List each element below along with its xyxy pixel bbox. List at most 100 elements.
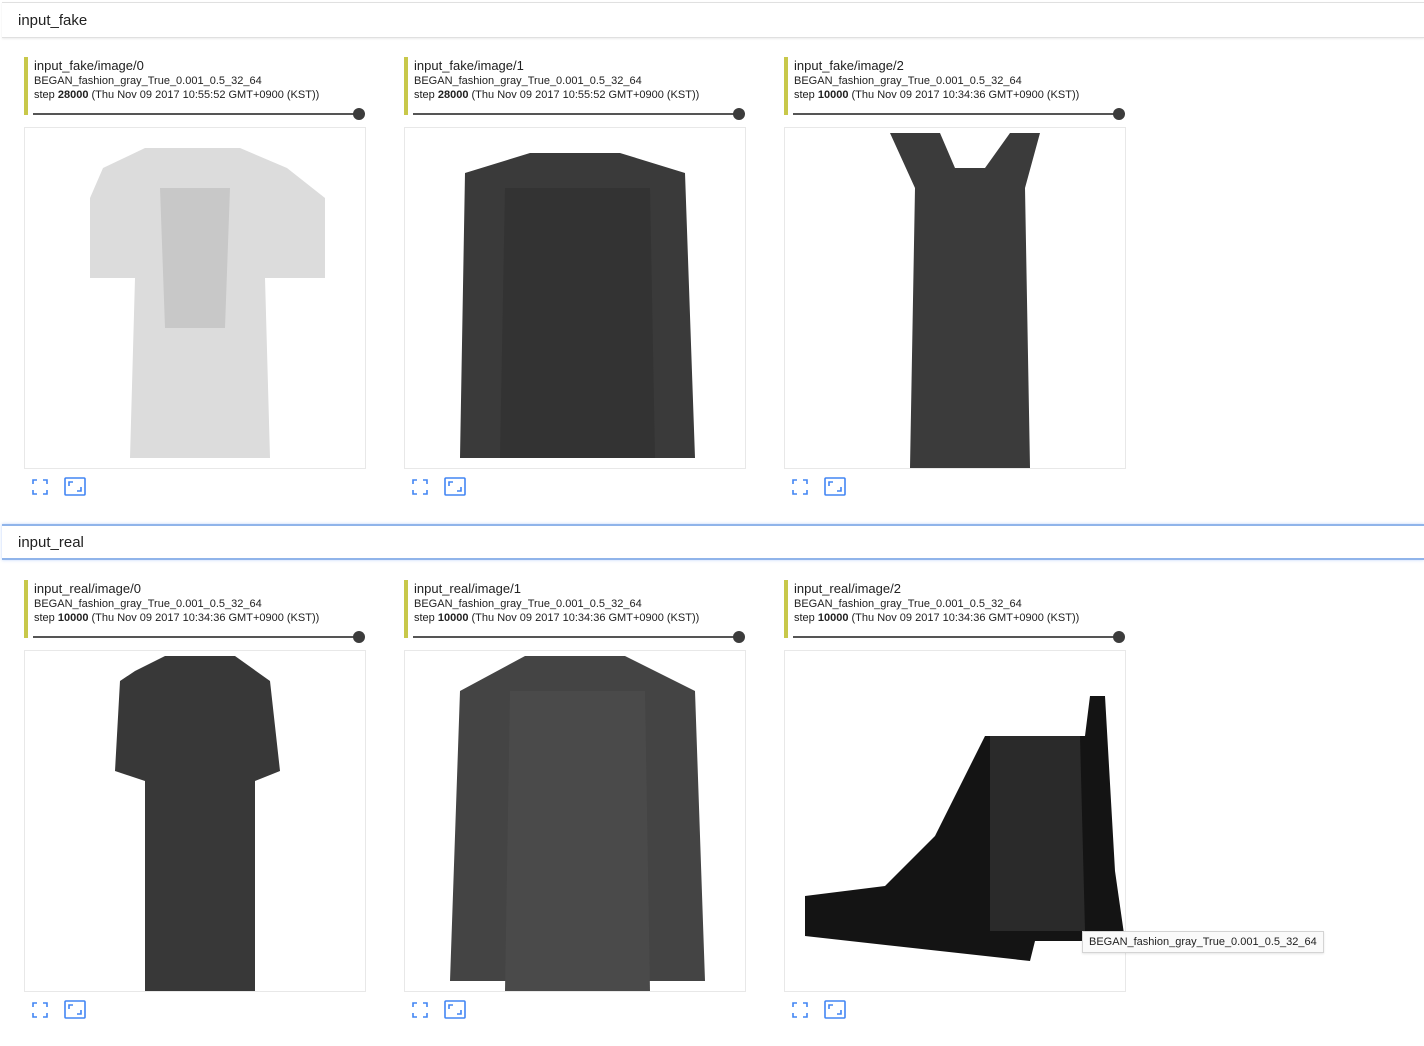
slider-track xyxy=(33,636,359,638)
image-thumbnail[interactable] xyxy=(404,127,746,469)
step-slider[interactable] xyxy=(793,108,1125,120)
step-slider[interactable] xyxy=(413,631,745,643)
image-card: input_real/image/2 BEGAN_fashion_gray_Tr… xyxy=(784,580,1134,1040)
step-value: 28000 xyxy=(57,89,89,101)
image-canvas xyxy=(115,656,280,991)
garment-shading xyxy=(990,736,1085,931)
actual-size-icon[interactable] xyxy=(64,477,86,497)
card-header: input_fake/image/1 BEGAN_fashion_gray_Tr… xyxy=(404,57,744,115)
image-card: input_real/image/1 BEGAN_fashion_gray_Tr… xyxy=(404,580,754,1040)
run-name: BEGAN_fashion_gray_True_0.001_0.5_32_64 xyxy=(34,598,262,610)
slider-knob[interactable] xyxy=(1113,631,1125,643)
slider-track xyxy=(413,113,739,115)
actual-size-icon[interactable] xyxy=(444,1000,466,1020)
garment-silhouette xyxy=(890,133,1040,468)
image-tag-title: input_real/image/0 xyxy=(34,581,141,596)
image-thumbnail[interactable] xyxy=(24,650,366,992)
step-value: 10000 xyxy=(437,612,469,624)
image-canvas xyxy=(805,696,1125,961)
garment-shading xyxy=(500,188,655,458)
garment-shading xyxy=(505,691,650,991)
actual-size-icon[interactable] xyxy=(444,477,466,497)
step-label: step xyxy=(794,89,815,101)
image-thumbnail[interactable] xyxy=(404,650,746,992)
step-info: step 10000 (Thu Nov 09 2017 10:34:36 GMT… xyxy=(414,611,744,625)
step-timestamp: (Thu Nov 09 2017 10:34:36 GMT+0900 (KST)… xyxy=(851,612,1080,624)
card-header: input_fake/image/0 BEGAN_fashion_gray_Tr… xyxy=(24,57,364,115)
step-value: 10000 xyxy=(57,612,89,624)
image-canvas xyxy=(890,133,1040,468)
step-label: step xyxy=(34,612,55,624)
slider-knob[interactable] xyxy=(353,631,365,643)
fullscreen-icon[interactable] xyxy=(792,479,814,499)
step-value: 10000 xyxy=(817,89,849,101)
slider-track xyxy=(33,113,359,115)
garment-silhouette xyxy=(115,656,280,991)
actual-size-icon[interactable] xyxy=(64,1000,86,1020)
step-info: step 10000 (Thu Nov 09 2017 10:34:36 GMT… xyxy=(34,611,364,625)
step-slider[interactable] xyxy=(793,631,1125,643)
step-timestamp: (Thu Nov 09 2017 10:34:36 GMT+0900 (KST)… xyxy=(471,612,700,624)
step-timestamp: (Thu Nov 09 2017 10:55:52 GMT+0900 (KST)… xyxy=(471,89,700,101)
run-name: BEGAN_fashion_gray_True_0.001_0.5_32_64 xyxy=(794,598,1022,610)
image-card: input_fake/image/0 BEGAN_fashion_gray_Tr… xyxy=(24,57,374,517)
slider-knob[interactable] xyxy=(1113,108,1125,120)
section-header-input-real[interactable]: input_real xyxy=(2,524,1424,560)
step-value: 28000 xyxy=(437,89,469,101)
step-label: step xyxy=(34,89,55,101)
run-tooltip: BEGAN_fashion_gray_True_0.001_0.5_32_64 xyxy=(1082,931,1324,953)
image-tag-title: input_fake/image/2 xyxy=(794,58,904,73)
garment-shading xyxy=(160,188,230,328)
step-info: step 10000 (Thu Nov 09 2017 10:34:36 GMT… xyxy=(794,88,1124,102)
image-tag-title: input_fake/image/1 xyxy=(414,58,524,73)
actual-size-icon[interactable] xyxy=(824,1000,846,1020)
step-value: 10000 xyxy=(817,612,849,624)
slider-knob[interactable] xyxy=(353,108,365,120)
step-timestamp: (Thu Nov 09 2017 10:34:36 GMT+0900 (KST)… xyxy=(851,89,1080,101)
image-tag-title: input_real/image/2 xyxy=(794,581,901,596)
card-header: input_fake/image/2 BEGAN_fashion_gray_Tr… xyxy=(784,57,1124,115)
fullscreen-icon[interactable] xyxy=(32,1002,54,1022)
fullscreen-icon[interactable] xyxy=(412,479,434,499)
fullscreen-icon[interactable] xyxy=(32,479,54,499)
image-thumbnail[interactable] xyxy=(784,127,1126,469)
image-canvas xyxy=(450,656,705,991)
image-card: input_real/image/0 BEGAN_fashion_gray_Tr… xyxy=(24,580,374,1040)
image-tag-title: input_real/image/1 xyxy=(414,581,521,596)
image-tag-title: input_fake/image/0 xyxy=(34,58,144,73)
step-timestamp: (Thu Nov 09 2017 10:55:52 GMT+0900 (KST)… xyxy=(91,89,320,101)
actual-size-icon[interactable] xyxy=(824,477,846,497)
run-name: BEGAN_fashion_gray_True_0.001_0.5_32_64 xyxy=(794,75,1022,87)
run-name: BEGAN_fashion_gray_True_0.001_0.5_32_64 xyxy=(34,75,262,87)
run-name: BEGAN_fashion_gray_True_0.001_0.5_32_64 xyxy=(414,598,642,610)
slider-knob[interactable] xyxy=(733,631,745,643)
fullscreen-icon[interactable] xyxy=(412,1002,434,1022)
image-card: input_fake/image/1 BEGAN_fashion_gray_Tr… xyxy=(404,57,754,517)
section-title: input_real xyxy=(18,534,84,551)
card-header: input_real/image/0 BEGAN_fashion_gray_Tr… xyxy=(24,580,364,638)
step-slider[interactable] xyxy=(33,108,365,120)
slider-knob[interactable] xyxy=(733,108,745,120)
slider-track xyxy=(793,636,1119,638)
step-info: step 28000 (Thu Nov 09 2017 10:55:52 GMT… xyxy=(414,88,744,102)
step-info: step 28000 (Thu Nov 09 2017 10:55:52 GMT… xyxy=(34,88,364,102)
fullscreen-icon[interactable] xyxy=(792,1002,814,1022)
card-header: input_real/image/2 BEGAN_fashion_gray_Tr… xyxy=(784,580,1124,638)
section-header-input-fake[interactable]: input_fake xyxy=(2,2,1424,38)
image-canvas xyxy=(90,148,325,458)
slider-track xyxy=(793,113,1119,115)
image-card: input_fake/image/2 BEGAN_fashion_gray_Tr… xyxy=(784,57,1134,517)
step-slider[interactable] xyxy=(413,108,745,120)
step-timestamp: (Thu Nov 09 2017 10:34:36 GMT+0900 (KST)… xyxy=(91,612,320,624)
card-header: input_real/image/1 BEGAN_fashion_gray_Tr… xyxy=(404,580,744,638)
section-title: input_fake xyxy=(18,12,88,29)
slider-track xyxy=(413,636,739,638)
step-slider[interactable] xyxy=(33,631,365,643)
image-thumbnail[interactable] xyxy=(24,127,366,469)
step-label: step xyxy=(414,612,435,624)
image-thumbnail[interactable] xyxy=(784,650,1126,992)
step-label: step xyxy=(794,612,815,624)
step-info: step 10000 (Thu Nov 09 2017 10:34:36 GMT… xyxy=(794,611,1124,625)
image-canvas xyxy=(460,153,695,458)
run-name: BEGAN_fashion_gray_True_0.001_0.5_32_64 xyxy=(414,75,642,87)
